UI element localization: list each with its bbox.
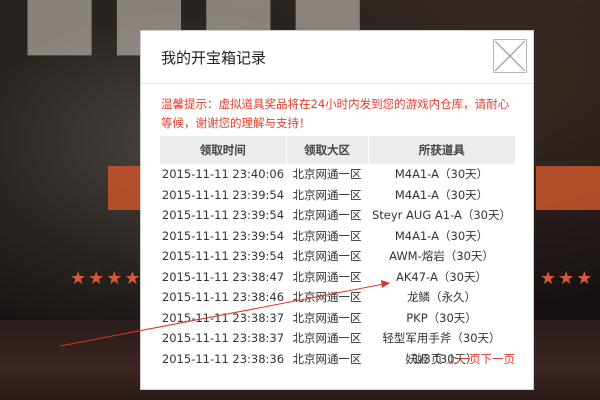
- cell-area: 北京网通一区: [292, 269, 362, 284]
- cell-time: 2015-11-11 23:38:37: [161, 331, 285, 346]
- table-row: 2015-11-11 23:39:54 北京网通一区 Steyr AUG A1-A（…: [160, 205, 515, 226]
- cell-area: 北京网通一区: [292, 187, 362, 202]
- modal-header: 我的开宝箱记录: [141, 31, 533, 84]
- page-info: 1/3页: [412, 352, 443, 366]
- cell-time: 2015-11-11 23:38:37: [161, 310, 285, 325]
- cell-area: 北京网通一区: [292, 290, 362, 305]
- cell-item: 龙鳞（永久）: [407, 290, 476, 305]
- cell-area: 北京网通一区: [292, 331, 362, 346]
- column-header-area: 领取大区: [285, 136, 368, 164]
- cell-time: 2015-11-11 23:39:54: [161, 208, 285, 223]
- cell-time: 2015-11-11 23:38:46: [161, 290, 285, 305]
- cell-item: M4A1-A（30天）: [394, 167, 489, 182]
- table-row: 2015-11-11 23:38:46 北京网通一区 龙鳞（永久）: [160, 287, 515, 308]
- prev-page-link[interactable]: 上一页: [446, 352, 481, 366]
- close-icon: [494, 40, 526, 72]
- cell-item: PKP（30天）: [406, 310, 477, 325]
- table-row: 2015-11-11 23:40:06 北京网通一区 M4A1-A（30天）: [160, 164, 515, 185]
- cell-time: 2015-11-11 23:39:54: [161, 228, 285, 243]
- notice-text: 温馨提示：虚拟道具奖品将在24小时内发到您的游戏内仓库，请耐心等候，谢谢您的理解…: [161, 97, 510, 130]
- chest-record-modal: 我的开宝箱记录 温馨提示：虚拟道具奖品将在24小时内发到您的游戏内仓库，请耐心等…: [140, 30, 534, 390]
- cell-area: 北京网通一区: [292, 208, 362, 223]
- cell-area: 北京网通一区: [292, 167, 362, 182]
- cell-item: M4A1-A（30天）: [394, 187, 489, 202]
- cell-time: 2015-11-11 23:38:47: [161, 269, 285, 284]
- cell-time: 2015-11-11 23:39:54: [161, 187, 285, 202]
- cell-item: AWM-熔岩（30天）: [389, 249, 494, 264]
- star-icon: ★★★★: [70, 268, 143, 289]
- cell-time: 2015-11-11 23:40:06: [161, 167, 285, 182]
- cell-item: Steyr AUG A1-A（30天）: [371, 208, 511, 223]
- cell-time: 2015-11-11 23:38:36: [161, 351, 285, 366]
- table-row: 2015-11-11 23:38:37 北京网通一区 PKP（30天）: [160, 308, 515, 329]
- cell-area: 北京网通一区: [292, 351, 362, 366]
- table-row: 2015-11-11 23:39:54 北京网通一区 M4A1-A（30天）: [160, 185, 515, 206]
- cell-item: M4A1-A（30天）: [394, 228, 489, 243]
- table-row: 2015-11-11 23:38:47 北京网通一区 AK47-A（30天）: [160, 267, 515, 288]
- table-row: 2015-11-11 23:39:54 北京网通一区 AWM-熔岩（30天）: [160, 246, 515, 267]
- column-header-item: 所获道具: [367, 136, 515, 164]
- cell-time: 2015-11-11 23:39:54: [161, 249, 285, 264]
- cell-area: 北京网通一区: [292, 249, 362, 264]
- pagination: 1/3页 上一页下一页: [412, 351, 515, 367]
- close-button[interactable]: [493, 39, 527, 73]
- cell-area: 北京网通一区: [292, 228, 362, 243]
- background-orange-banner-right: [536, 166, 600, 210]
- modal-title: 我的开宝箱记录: [161, 49, 267, 67]
- star-icon: ★★★: [540, 268, 595, 289]
- table-row: 2015-11-11 23:39:54 北京网通一区 M4A1-A（30天）: [160, 226, 515, 247]
- column-header-time: 领取时间: [160, 136, 286, 164]
- cell-area: 北京网通一区: [292, 310, 362, 325]
- next-page-link[interactable]: 下一页: [481, 352, 516, 366]
- cell-item: 轻型军用手斧（30天）: [382, 331, 501, 346]
- record-table: 领取时间 领取大区 所获道具 2015-11-11 23:40:06 北京网通一区…: [160, 136, 515, 369]
- cell-item: AK47-A（30天）: [396, 269, 487, 284]
- table-header-row: 领取时间 领取大区 所获道具: [160, 136, 515, 164]
- table-row: 2015-11-11 23:38:37 北京网通一区 轻型军用手斧（30天）: [160, 328, 515, 349]
